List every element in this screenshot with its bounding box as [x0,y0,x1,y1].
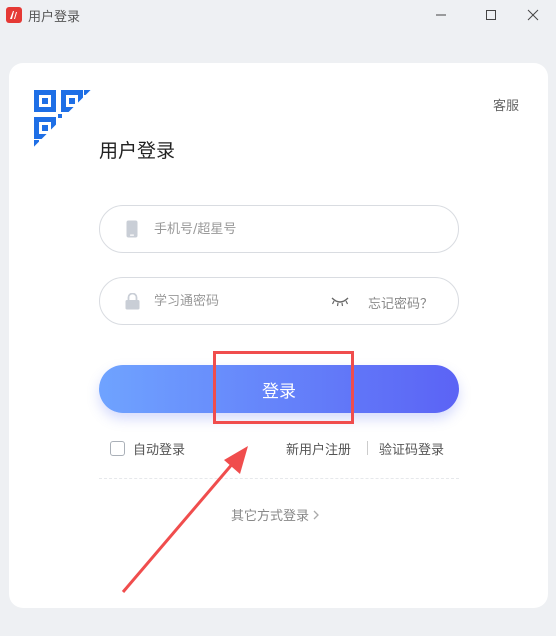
eye-closed-icon[interactable] [330,293,350,309]
checkbox-box[interactable] [110,441,125,456]
minimize-icon [436,14,446,16]
chevron-right-icon [313,510,319,519]
title-bar: 用户登录 [0,0,556,30]
register-link[interactable]: 新用户注册 [286,439,351,458]
support-link[interactable]: 客服 [493,95,519,114]
qr-login-toggle[interactable] [33,89,93,149]
password-input[interactable] [154,278,324,324]
auto-login-checkbox[interactable]: 自动登录 [110,439,185,458]
close-button[interactable] [510,0,556,30]
qr-code-icon [33,89,93,149]
page-title: 用户登录 [99,140,176,162]
phone-input[interactable] [154,206,324,252]
maximize-button[interactable] [468,0,514,30]
auto-login-label: 自动登录 [133,443,186,458]
forgot-password-link[interactable]: 忘记密码？ [368,293,433,312]
other-login-link[interactable]: 其它方式登录 [231,505,320,524]
lock-icon [123,292,141,310]
phone-field[interactable] [99,205,459,253]
login-button[interactable]: 登录 [99,365,459,413]
maximize-icon [486,10,496,20]
code-login-link[interactable]: 验证码登录 [379,439,444,458]
login-card: 客服 用户登录 忘记密码？ [9,63,548,608]
divider [99,478,459,479]
other-login-label: 其它方式登录 [231,509,310,524]
minimize-button[interactable] [418,0,464,30]
close-icon [527,9,539,21]
app-logo-icon [6,7,22,23]
link-divider [367,441,368,455]
window-title: 用户登录 [28,10,81,25]
phone-icon [123,220,141,238]
password-field[interactable]: 忘记密码？ [99,277,459,325]
